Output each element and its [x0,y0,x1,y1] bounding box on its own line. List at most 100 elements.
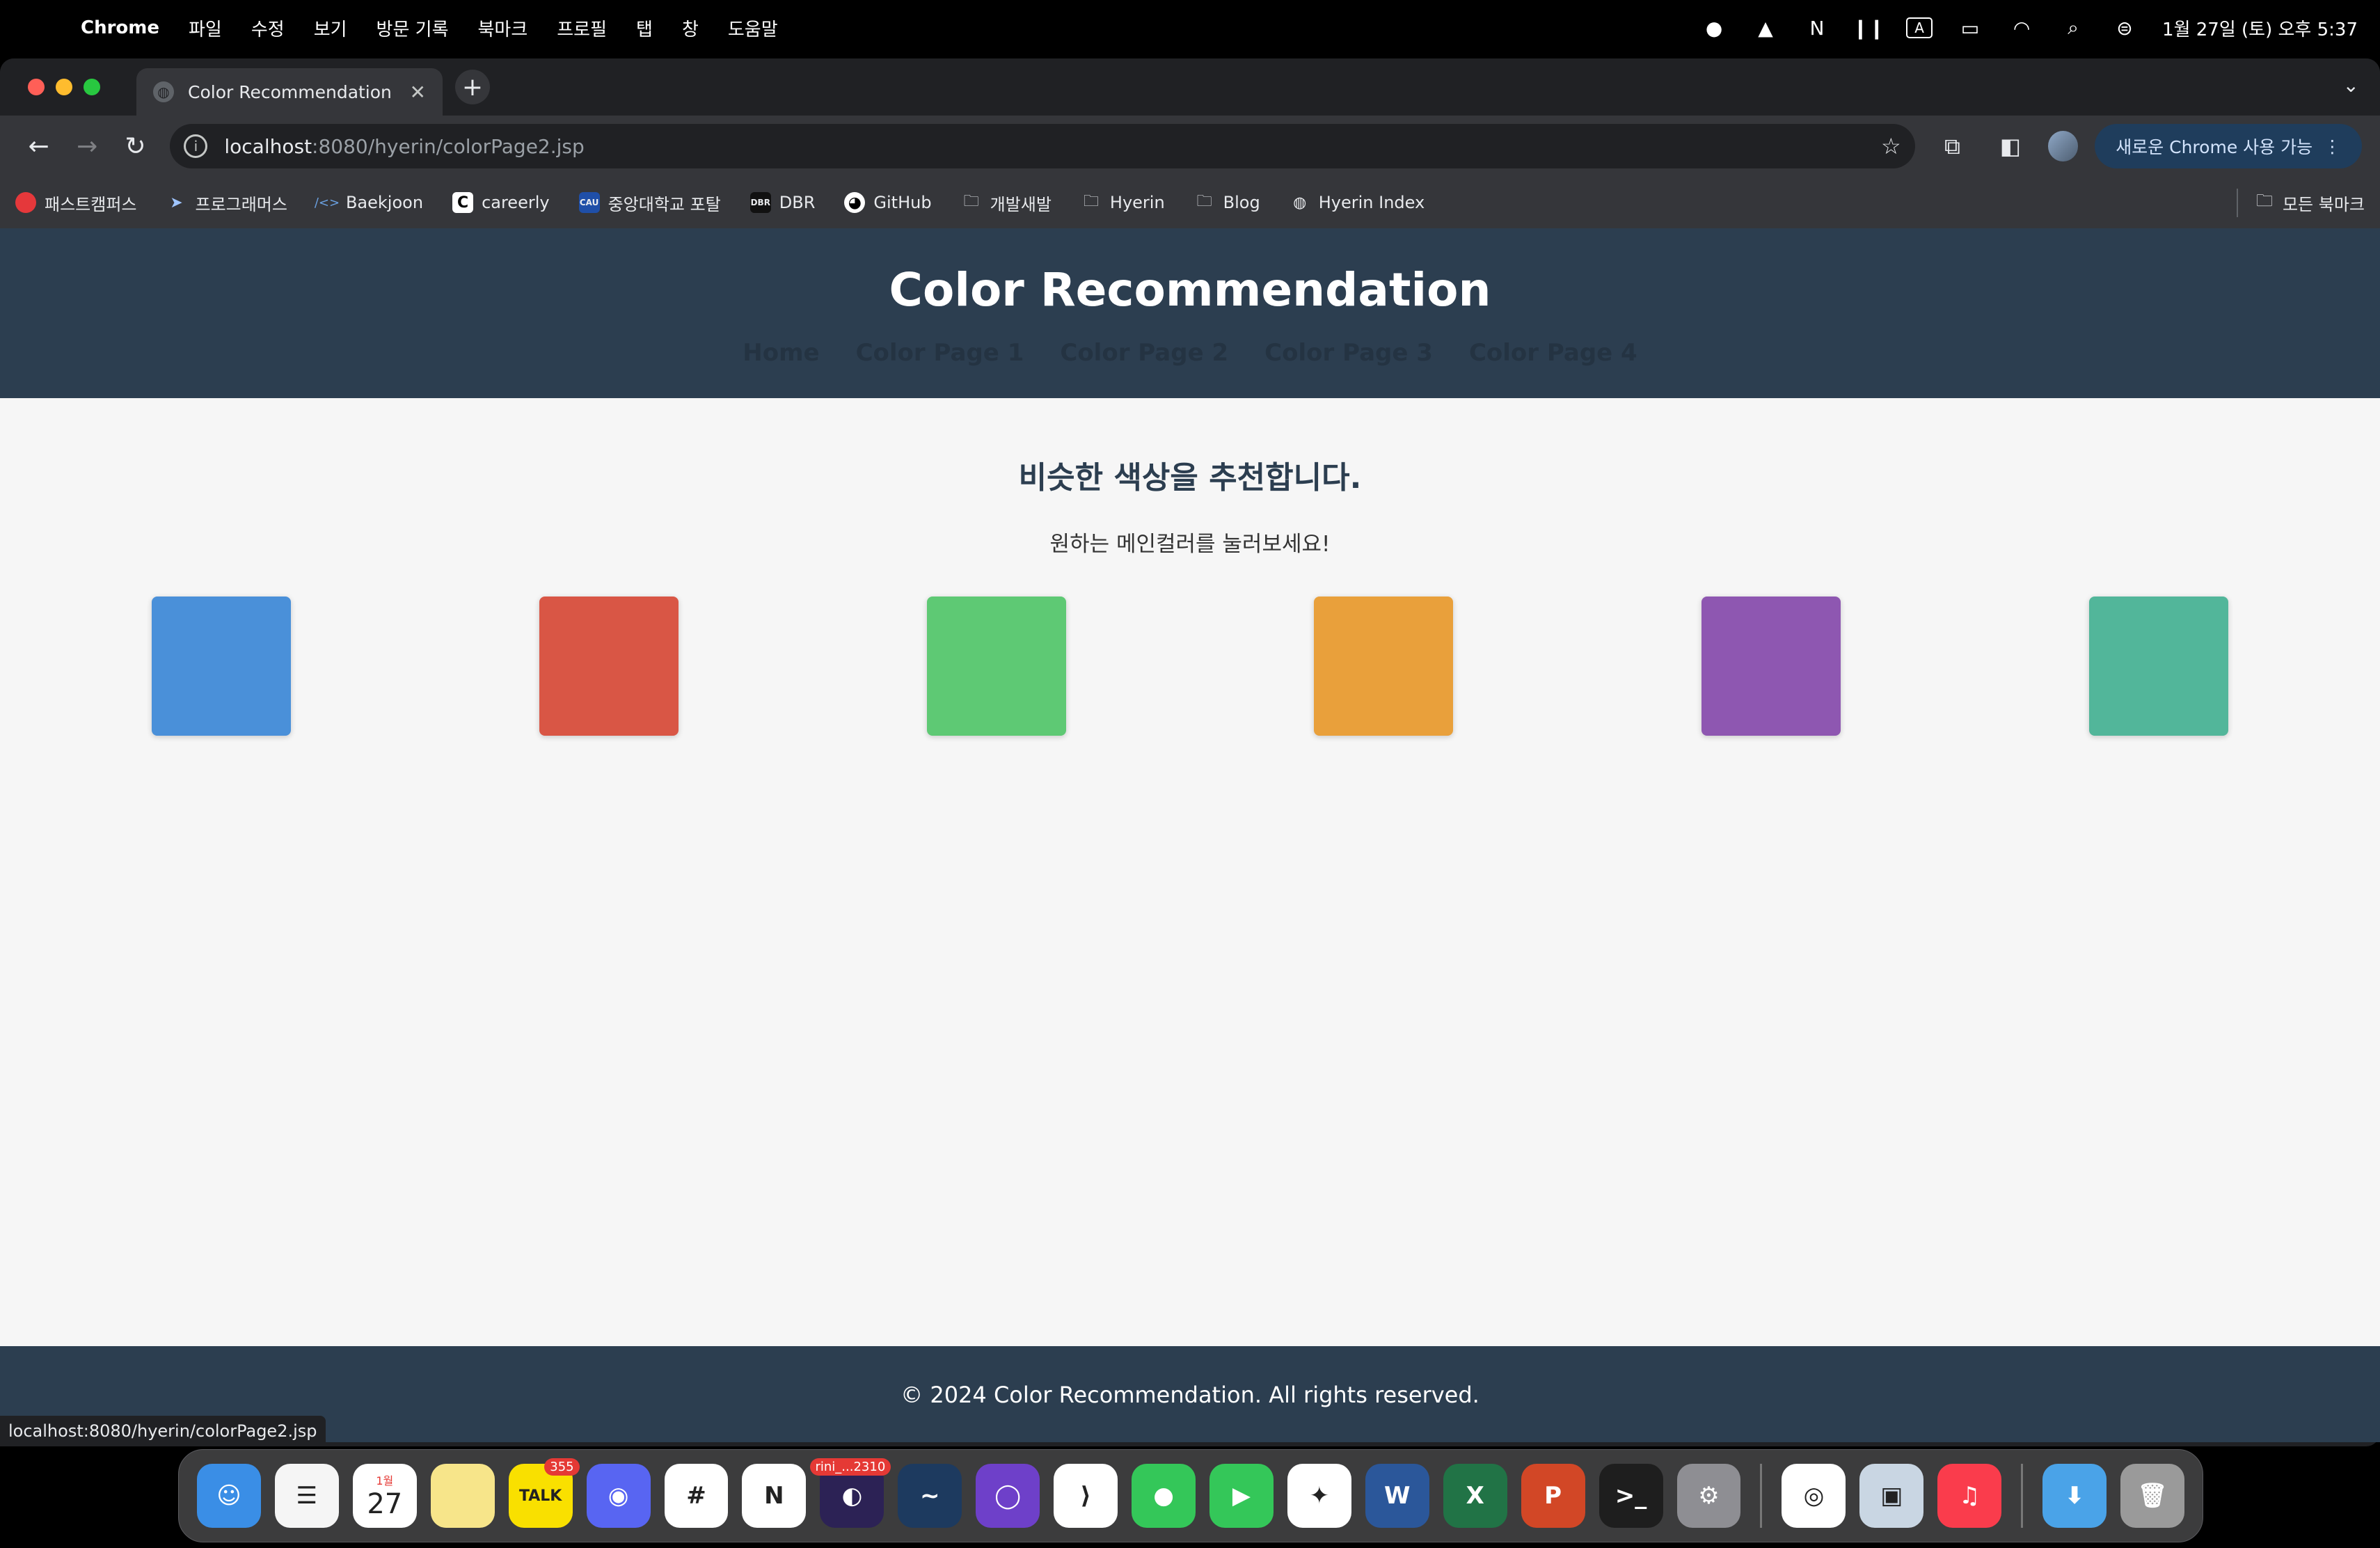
chrome-update-button[interactable]: 새로운 Chrome 사용 가능 ⋮ [2095,124,2362,168]
nav-color-page-1[interactable]: Color Page 1 [856,339,1024,367]
dock-downloads-icon[interactable]: ⬇ [2042,1464,2107,1528]
dock-music-icon[interactable]: ♫ [1937,1464,2002,1528]
menu-window[interactable]: 창 [682,15,699,41]
color-swatch-teal[interactable] [2089,597,2228,736]
address-bar[interactable]: i localhost:8080/hyerin/colorPage2.jsp ☆ [170,124,1915,168]
color-swatch-red[interactable] [539,597,679,736]
tab-search-chevron-icon[interactable]: ⌄ [2343,74,2359,97]
dock-notion-icon[interactable]: N [742,1464,807,1528]
bookmark-folder-hyerin[interactable]: 🗀 Hyerin [1081,192,1165,213]
forward-button[interactable]: → [66,125,107,167]
tab-title: Color Recommendation [188,81,392,102]
reload-button[interactable]: ↻ [115,125,156,167]
color-swatch-green[interactable] [927,597,1066,736]
bookmark-label: Blog [1223,193,1260,212]
dock-kakaotalk-icon[interactable]: TALK 355 [508,1458,580,1528]
dock-reminders-icon[interactable]: ☰ [274,1464,339,1528]
folder-icon: 🗀 [1196,193,1212,210]
menu-profiles[interactable]: 프로필 [557,15,607,41]
bookmark-label: 패스트캠퍼스 [45,194,137,214]
bookmark-github[interactable]: ◕ GitHub [844,192,932,213]
page-heading: 비슷한 색상을 추천합니다. [1018,460,1362,496]
new-tab-button[interactable]: + [455,70,490,104]
url-path: :8080/hyerin/colorPage2.jsp [312,134,585,158]
profile-avatar[interactable] [2047,131,2079,161]
all-bookmarks-button[interactable]: 🗀 모든 북마크 [2236,188,2365,217]
bookmark-programmers[interactable]: ➤ 프로그래머스 [166,191,287,215]
dock-discord-icon[interactable]: ◉ [586,1464,651,1528]
dock-word-icon[interactable]: W [1365,1464,1429,1528]
menu-bookmarks[interactable]: 북마크 [478,15,528,41]
dock-calendar-icon[interactable]: 1월 27 [352,1464,417,1528]
color-swatch-blue[interactable] [152,597,291,736]
bookmark-fastcampus[interactable]: 패스트캠퍼스 [15,191,136,215]
bookmark-folder-devbird[interactable]: 🗀 개발새발 [961,191,1052,215]
notion-icon[interactable]: N [1803,17,1831,40]
minimize-window-button[interactable] [56,79,72,95]
dock-separator [2021,1464,2024,1528]
zoom-window-button[interactable] [84,79,100,95]
page-subheading: 원하는 메인컬러를 눌러보세요! [1049,532,1331,557]
notification-icon[interactable]: ● [1700,17,1728,40]
input-source-icon[interactable]: A [1906,17,1933,38]
back-button[interactable]: ← [18,125,59,167]
bookmark-star-icon[interactable]: ☆ [1881,133,1901,159]
dock-trash-icon[interactable]: 🗑 [2120,1464,2185,1528]
bookmark-cau-portal[interactable]: CAU 중앙대학교 포탈 [578,191,721,215]
side-panel-icon[interactable]: ◧ [1990,125,2031,167]
dock-mysql-workbench-icon[interactable]: ~ [898,1464,962,1528]
dock-terminal-icon[interactable]: >_ [1598,1464,1663,1528]
tab-close-icon[interactable]: ✕ [410,81,426,104]
site-info-icon[interactable]: i [184,134,208,158]
menu-history[interactable]: 방문 기록 [376,15,449,41]
chrome-update-label: 새로운 Chrome 사용 가능 [2116,137,2313,157]
menu-file[interactable]: 파일 [189,15,222,41]
color-swatch-purple[interactable] [1701,597,1841,736]
airpods-icon[interactable]: ❙❙ [1853,17,1885,40]
extensions-icon[interactable]: ⧉ [1932,125,1973,167]
dock-notes-icon[interactable] [430,1464,495,1528]
search-icon[interactable]: ⌕ [2059,16,2087,39]
dock-system-settings-icon[interactable]: ⚙ [1676,1464,1741,1528]
nav-color-page-2[interactable]: Color Page 2 [1060,339,1228,367]
dock-messages-icon[interactable]: ● [1132,1464,1196,1528]
tab-color-recommendation[interactable]: ◍ Color Recommendation ✕ [136,68,443,116]
wifi-icon[interactable]: ◠ [2008,17,2036,40]
menu-clock[interactable]: 1월 27일 (토) 오후 5:37 [2162,15,2358,41]
bookmark-hyerin-index[interactable]: ◍ Hyerin Index [1290,192,1425,213]
dock-chrome-icon[interactable]: ◎ [1782,1464,1846,1528]
battery-icon[interactable]: ▭ [1956,17,1984,40]
folder-icon: 🗀 [1083,193,1099,210]
menu-help[interactable]: 도움말 [728,15,778,41]
dock-powerpoint-icon[interactable]: P [1521,1464,1585,1528]
dock-slack-icon[interactable]: # [664,1464,729,1528]
bookmark-label: careerly [482,193,550,212]
drive-icon[interactable]: ▲ [1752,17,1779,40]
dock-facetime-icon[interactable]: ▶ [1209,1464,1274,1528]
dock-eclipse-icon[interactable]: ◐ rini_...2310 [809,1458,891,1528]
dock-vscode-icon[interactable]: ⟩ [1054,1464,1118,1528]
link-status-bar: localhost:8080/hyerin/colorPage2.jsp [0,1416,326,1446]
bookmark-careerly[interactable]: Ccareerly [452,192,550,213]
dock-separator [1760,1464,1763,1528]
all-bookmarks-label: 모든 북마크 [2282,194,2365,214]
menu-app-name[interactable]: Chrome [81,17,159,38]
dock-finder-icon[interactable]: ☺ [197,1464,261,1528]
dock-excel-icon[interactable]: X [1443,1464,1507,1528]
color-swatch-orange[interactable] [1314,597,1453,736]
nav-home[interactable]: Home [743,339,819,367]
close-window-button[interactable] [28,79,45,95]
bookmark-baekjoon[interactable]: /<> Baekjoon [315,192,423,213]
nav-color-page-3[interactable]: Color Page 3 [1264,339,1433,367]
dock-preview-icon[interactable]: ▣ [1859,1464,1924,1528]
nav-color-page-4[interactable]: Color Page 4 [1469,339,1637,367]
bookmark-folder-blog[interactable]: 🗀 Blog [1194,192,1260,213]
menu-tab[interactable]: 탭 [636,15,653,41]
control-center-icon[interactable]: ⊜ [2111,17,2139,40]
bookmark-dbr[interactable]: DBR DBR [749,192,815,213]
menu-edit[interactable]: 수정 [251,15,285,41]
swatch-row [0,597,2380,750]
dock-safari-icon[interactable]: ✦ [1287,1464,1351,1528]
dock-github-desktop-icon[interactable]: ◯ [976,1464,1040,1528]
menu-view[interactable]: 보기 [314,15,347,41]
